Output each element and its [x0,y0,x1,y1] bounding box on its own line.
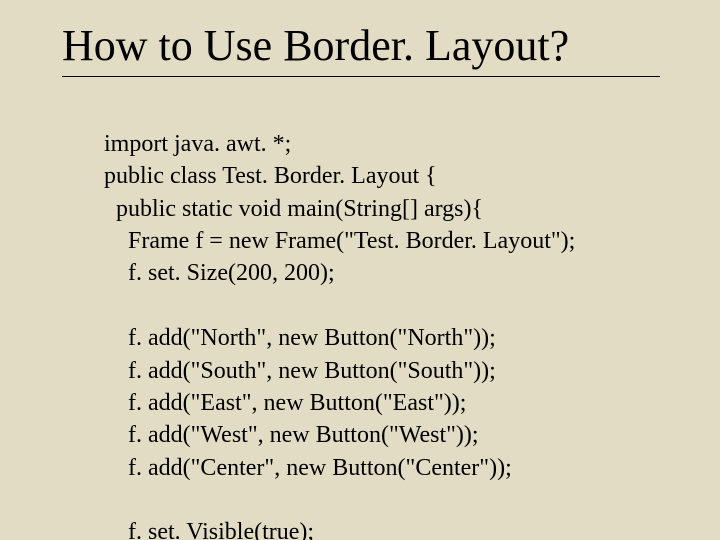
slide-title: How to Use Border. Layout? [62,22,680,70]
code-line: public class Test. Border. Layout { [104,163,437,189]
code-line: f. set. Visible(true); [104,519,314,540]
code-line: public static void main(String[] args){ [104,196,483,222]
code-line: f. set. Size(200, 200); [104,260,335,286]
title-divider [62,76,660,77]
code-line: f. add("East", new Button("East")); [104,390,466,416]
code-line: f. add("North", new Button("North")); [104,325,496,351]
slide: How to Use Border. Layout? import java. … [0,0,720,540]
code-line: import java. awt. *; [104,131,291,157]
code-block: import java. awt. *; public class Test. … [104,95,680,540]
code-line: f. add("Center", new Button("Center")); [104,455,512,481]
code-line: f. add("West", new Button("West")); [104,422,479,448]
code-line: f. add("South", new Button("South")); [104,358,496,384]
code-line: Frame f = new Frame("Test. Border. Layou… [104,228,575,254]
